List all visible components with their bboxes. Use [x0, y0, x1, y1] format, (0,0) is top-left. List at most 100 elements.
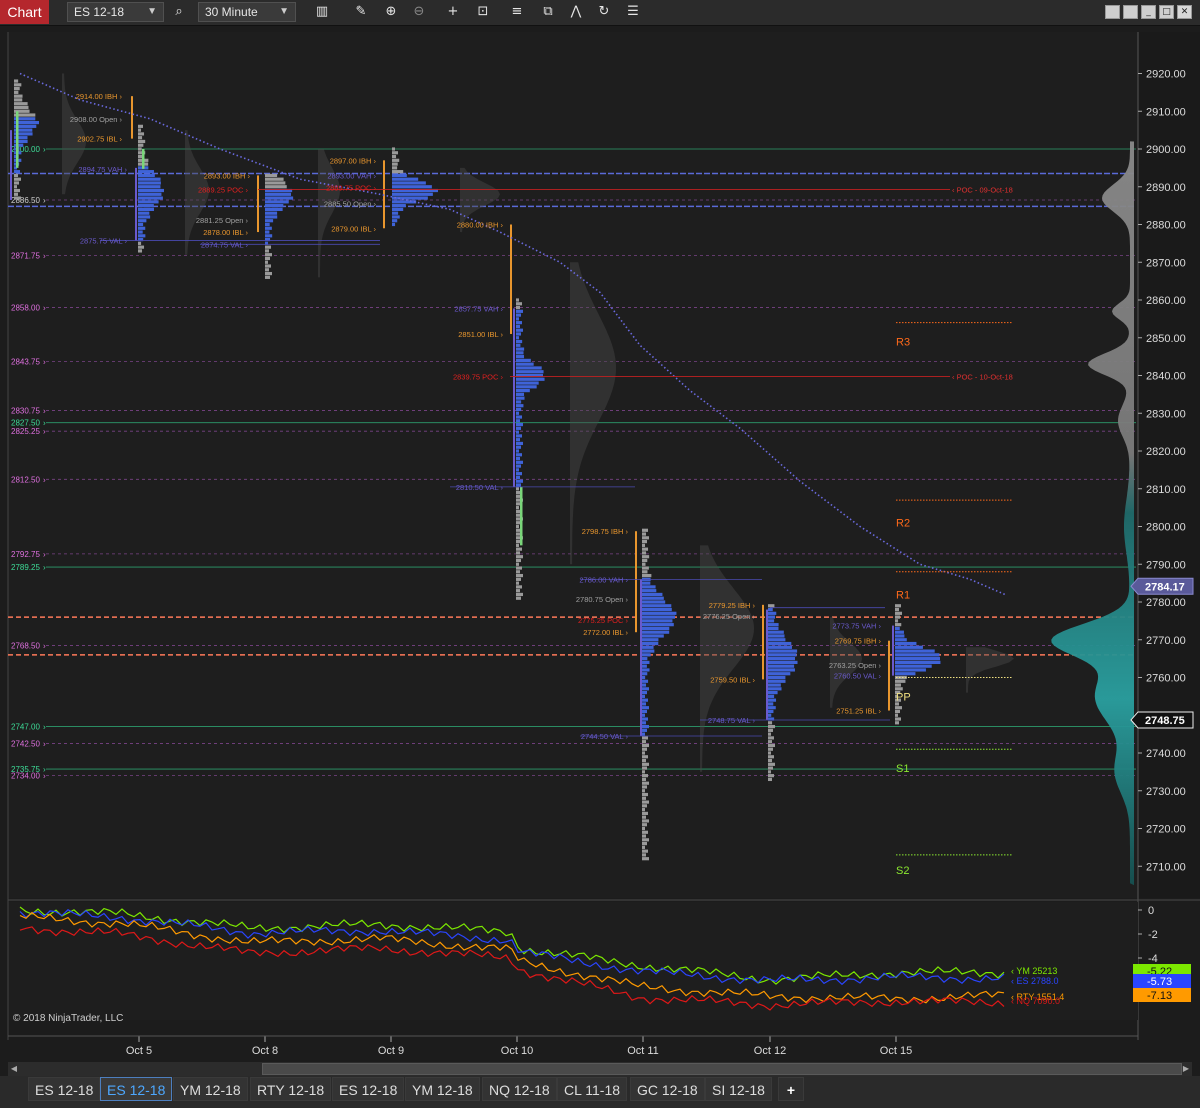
profile-bar	[642, 611, 677, 615]
scroll-right-icon[interactable]: ▶	[1180, 1063, 1192, 1075]
level-label: 2843.75	[11, 357, 40, 366]
profile-level-label: 2751.25 IBL ›	[836, 707, 881, 716]
profile-bar	[265, 268, 269, 272]
profile-bar	[642, 830, 648, 834]
price-tick-label: 2720.00	[1146, 824, 1186, 836]
profile-bar	[516, 555, 523, 559]
profile-bar	[642, 758, 646, 763]
profile-bar	[516, 551, 520, 555]
tab-ym[interactable]: YM 12-18	[405, 1077, 480, 1101]
initial-balance-bar	[520, 486, 523, 546]
profile-bar	[516, 434, 522, 438]
profile-level-label: 2744.50 VAL ›	[581, 732, 629, 741]
tab-gc[interactable]: GC 12-18	[630, 1077, 705, 1101]
initial-balance-bar	[135, 167, 137, 241]
profile-bar	[392, 147, 396, 151]
profile-level-label: 2780.75 Open ›	[576, 595, 629, 604]
strategies-icon[interactable]: ⧉	[539, 3, 557, 21]
profile-bar	[516, 468, 519, 472]
price-tick-label: 2840.00	[1146, 371, 1186, 383]
profile-bar	[768, 713, 772, 717]
price-tick-label: 2810.00	[1146, 484, 1186, 496]
profile-bar	[642, 540, 648, 544]
profile-bar	[516, 347, 525, 351]
initial-balance-bar	[131, 96, 133, 139]
profile-bar	[642, 777, 646, 782]
profile-bar	[516, 479, 523, 483]
tab-si[interactable]: SI 12-18	[705, 1077, 772, 1101]
profile-bar	[642, 691, 648, 695]
profile-bar	[642, 555, 650, 559]
profile-bar	[768, 751, 772, 755]
profile-level-label: 2894.75 VAH ›	[78, 165, 127, 174]
price-axis-panel	[1138, 32, 1200, 898]
profile-level-label: 2881.25 Open ›	[196, 216, 249, 225]
level-label: 2871.75	[11, 252, 40, 261]
profile-bar	[516, 324, 521, 329]
profile-bar	[516, 362, 534, 366]
minimize-button[interactable]: _	[1141, 5, 1156, 19]
profile-bar	[642, 800, 649, 804]
instrument-selector[interactable]: ES 12-18 ▼	[67, 2, 164, 22]
profile-bar	[138, 192, 162, 196]
profile-bar	[265, 204, 284, 208]
profile-bar	[642, 857, 649, 861]
price-chart[interactable]: 2900.00 ›2886.50 ›2871.75 ›2858.00 ›2843.75 ›…	[0, 26, 1200, 1062]
search-icon[interactable]: ⌕	[170, 3, 188, 21]
tab-rty[interactable]: RTY 12-18	[250, 1077, 332, 1101]
profile-bar	[138, 211, 150, 215]
tab-nq[interactable]: NQ 12-18	[482, 1077, 557, 1101]
profile-bar	[516, 581, 519, 585]
add-tab-button[interactable]: +	[778, 1077, 804, 1101]
properties-icon[interactable]: ≡	[508, 3, 526, 21]
scrollbar-thumb[interactable]	[262, 1063, 1182, 1075]
price-tick-label: 2870.00	[1146, 257, 1186, 269]
profile-bar	[642, 826, 645, 831]
profile-bar	[516, 392, 525, 396]
profile-bar	[14, 181, 20, 185]
profile-bar	[138, 143, 144, 147]
close-button[interactable]: ✕	[1177, 5, 1192, 19]
profile-bar	[516, 370, 544, 374]
chart-title-tab[interactable]: Chart	[0, 0, 49, 24]
horizontal-scrollbar[interactable]: ◀ ▶	[8, 1062, 1192, 1076]
data-box-icon[interactable]: ⊡	[474, 3, 492, 21]
profile-bar	[516, 377, 545, 381]
indicators-icon[interactable]: ⋀	[567, 3, 585, 21]
tab-ym[interactable]: YM 12-18	[173, 1077, 248, 1101]
copyright-text: © 2018 NinjaTrader, LLC	[13, 1013, 123, 1024]
profile-bar	[265, 222, 270, 227]
pin-icon[interactable]	[1105, 5, 1120, 19]
tab-es-active[interactable]: ES 12-18	[100, 1077, 173, 1101]
profile-bar	[14, 185, 18, 189]
initial-balance-bar	[257, 175, 259, 233]
price-tick-label: 2800.00	[1146, 522, 1186, 534]
tab-es[interactable]: ES 12-18	[28, 1077, 101, 1101]
crosshair-icon[interactable]: +	[444, 3, 462, 21]
date-label: Oct 10	[501, 1045, 533, 1057]
profile-bar	[768, 611, 777, 615]
restore-icon[interactable]	[1123, 5, 1138, 19]
zoom-out-icon[interactable]: ⊖	[410, 3, 428, 21]
profile-bar	[768, 645, 792, 649]
reload-icon[interactable]: ↻	[595, 3, 613, 21]
profile-bar	[392, 173, 407, 178]
maximize-button[interactable]: □	[1159, 5, 1174, 19]
profile-bar	[138, 124, 144, 128]
profile-bar	[768, 675, 786, 680]
tab-cl[interactable]: CL 11-18	[557, 1077, 628, 1101]
profile-bar	[895, 709, 901, 714]
scroll-left-icon[interactable]: ◀	[8, 1063, 20, 1075]
profile-bar	[642, 743, 649, 748]
profile-bar	[768, 687, 782, 691]
tab-es[interactable]: ES 12-18	[332, 1077, 405, 1101]
bar-chart-icon[interactable]: ▥	[313, 3, 331, 21]
pencil-icon[interactable]: ✎	[352, 3, 370, 21]
profile-bar	[642, 796, 646, 800]
profile-bar	[895, 626, 900, 631]
interval-selector[interactable]: 30 Minute ▼	[198, 2, 296, 22]
zoom-in-icon[interactable]: ⊕	[382, 3, 400, 21]
list-icon[interactable]: ☰	[624, 3, 642, 21]
profile-bar	[768, 766, 773, 770]
pivot-label: S1	[896, 763, 909, 775]
